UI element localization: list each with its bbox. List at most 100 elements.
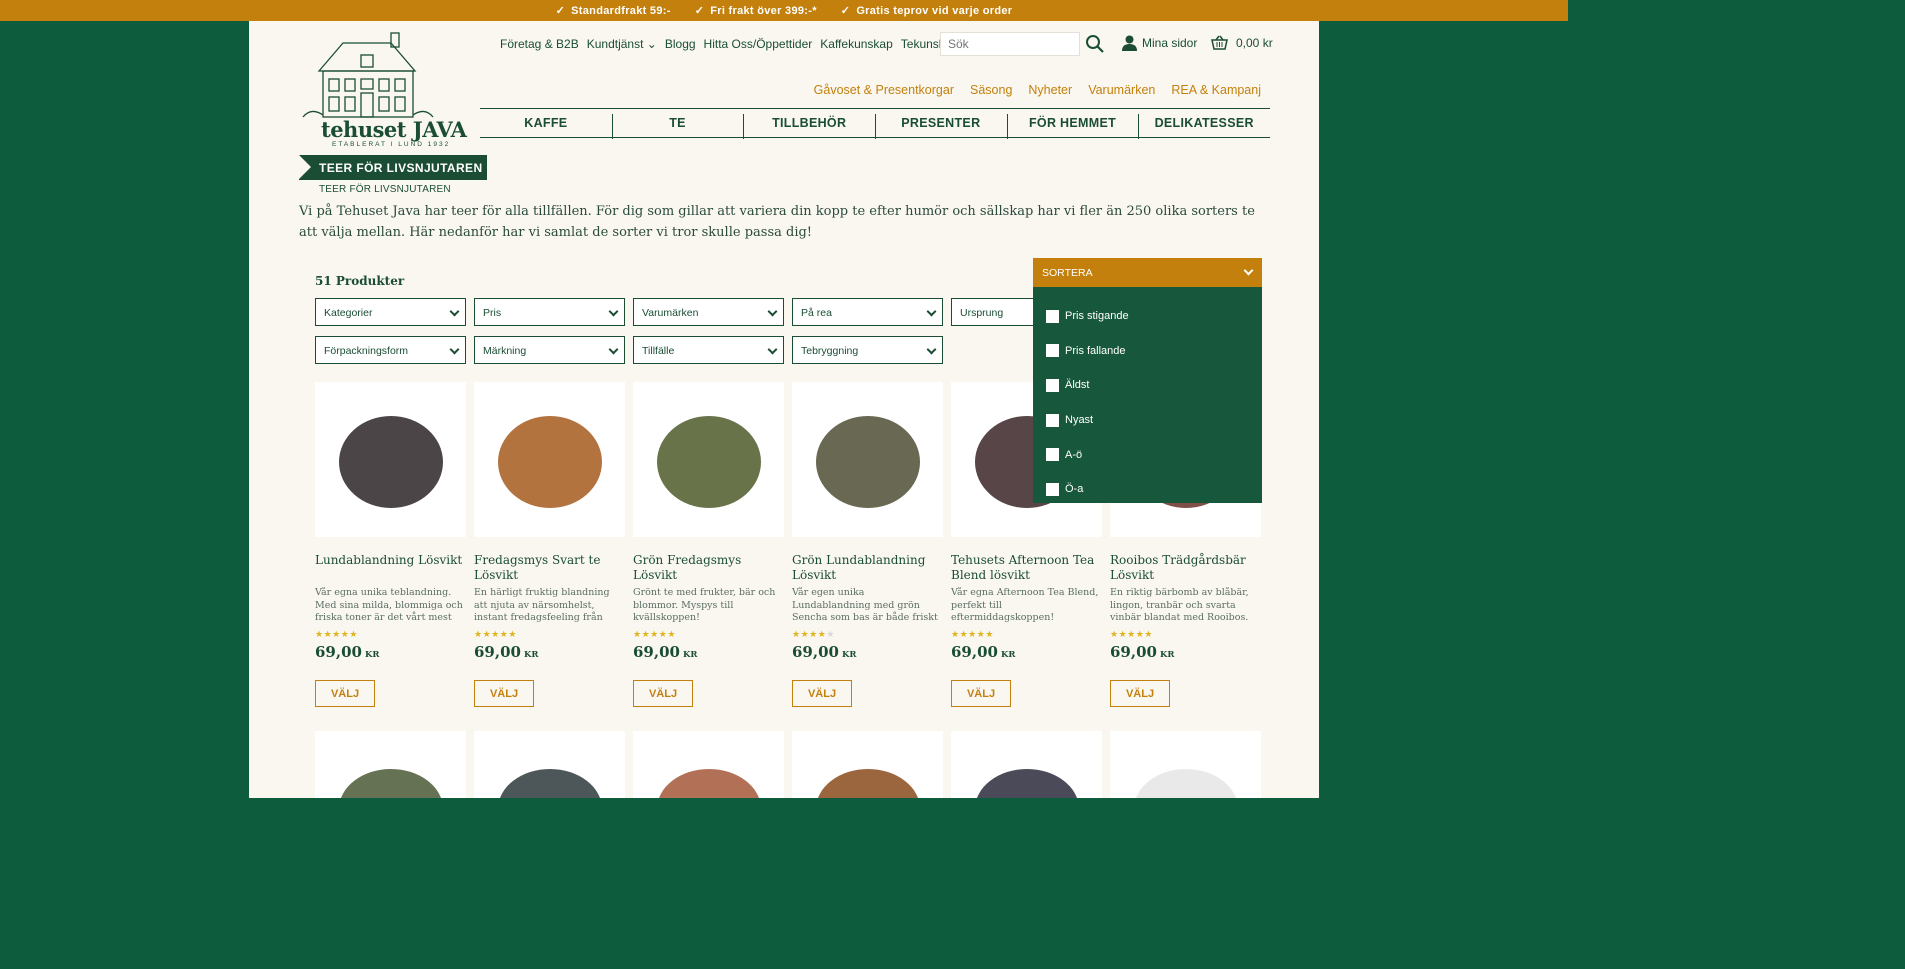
rating-stars: ★★★★★ <box>1110 629 1153 640</box>
product-image[interactable] <box>315 731 466 798</box>
product-card[interactable] <box>633 731 784 798</box>
choose-button[interactable]: VÄLJ <box>1110 680 1170 707</box>
category-presenter[interactable]: PRESENTER <box>875 109 1007 139</box>
tea-leaves-icon <box>815 415 920 508</box>
product-card[interactable] <box>951 731 1102 798</box>
product-price: 69,00 KR <box>474 643 539 661</box>
cart-link[interactable]: 0,00 kr <box>1211 35 1273 50</box>
nav-link-kundtjanst[interactable]: Kundtjänst ⌄ <box>587 37 657 51</box>
product-card[interactable]: Lundablandning Lösvikt Vår egna unika teb… <box>315 382 466 707</box>
filter-markning[interactable]: Märkning <box>474 336 625 364</box>
nav-link-sasong[interactable]: Säsong <box>970 83 1012 97</box>
sort-option[interactable]: Ö-a <box>1033 472 1262 507</box>
checkbox[interactable] <box>1046 413 1059 427</box>
choose-button[interactable]: VÄLJ <box>951 680 1011 707</box>
product-name[interactable]: Tehusets Afternoon Tea Blend lösvikt <box>951 553 1102 583</box>
category-tillbehor[interactable]: TILLBEHÖR <box>743 109 875 139</box>
product-image[interactable] <box>792 731 943 798</box>
product-name[interactable]: Grön Fredagsmys Lösvikt <box>633 553 784 583</box>
sort-dropdown[interactable]: SORTERA <box>1033 258 1262 287</box>
tea-leaves-icon <box>497 415 602 508</box>
choose-button[interactable]: VÄLJ <box>315 680 375 707</box>
nav-link-kaffekunskap[interactable]: Kaffekunskap <box>820 37 893 51</box>
nav-link-rea[interactable]: REA & Kampanj <box>1171 83 1261 97</box>
filter-pa-rea[interactable]: På rea <box>792 298 943 326</box>
sort-option[interactable]: Äldst <box>1033 368 1262 403</box>
sort-option[interactable]: A-ö <box>1033 437 1262 472</box>
sort-option[interactable]: Nyast <box>1033 403 1262 438</box>
nav-link-nyheter[interactable]: Nyheter <box>1028 83 1072 97</box>
checkbox[interactable] <box>1046 448 1059 462</box>
sort-option[interactable]: Pris stigande <box>1033 299 1262 334</box>
product-image[interactable] <box>951 731 1102 798</box>
search-input[interactable] <box>940 32 1080 56</box>
choose-button[interactable]: VÄLJ <box>633 680 693 707</box>
product-image[interactable] <box>792 382 943 537</box>
product-card[interactable] <box>792 731 943 798</box>
filter-tillfalle[interactable]: Tillfälle <box>633 336 784 364</box>
star-icon: ★ <box>959 629 969 639</box>
filter-tebryggning[interactable]: Tebryggning <box>792 336 943 364</box>
product-image[interactable] <box>633 731 784 798</box>
product-card[interactable] <box>1110 731 1261 798</box>
product-price: 69,00 KR <box>1110 643 1175 661</box>
nav-link-hitta-oss[interactable]: Hitta Oss/Öppettider <box>704 37 813 51</box>
product-image[interactable] <box>1110 731 1261 798</box>
sort-option[interactable]: Pris fallande <box>1033 334 1262 369</box>
star-icon: ★ <box>968 629 977 639</box>
star-icon: ★ <box>482 629 492 639</box>
sort-menu: Pris stigande Pris fallande Äldst Nyast … <box>1033 287 1262 503</box>
checkbox[interactable] <box>1046 378 1059 392</box>
category-kaffe[interactable]: KAFFE <box>480 109 612 137</box>
filter-forpackningsform[interactable]: Förpackningsform <box>315 336 466 364</box>
search-icon[interactable] <box>1085 34 1105 54</box>
product-description: Vår egna Afternoon Tea Blend, perfekt ti… <box>951 587 1099 623</box>
checkbox[interactable] <box>1046 482 1059 496</box>
product-name[interactable]: Fredagsmys Svart te Lösvikt <box>474 553 625 583</box>
product-description: Vår egen unika Lundablandning med grön S… <box>792 587 938 623</box>
star-icon: ★ <box>809 629 818 639</box>
page-container: tehuset JAVA ETABLERAT I LUND 1932 Föret… <box>249 21 1319 798</box>
checkbox[interactable] <box>1046 309 1059 323</box>
product-card[interactable]: Grön Fredagsmys Lösvikt Grönt te med fruk… <box>633 382 784 707</box>
product-image[interactable] <box>474 382 625 537</box>
filter-kategorier[interactable]: Kategorier <box>315 298 466 326</box>
product-name[interactable]: Grön Lundablandning Lösvikt <box>792 553 943 583</box>
basket-icon <box>1211 35 1228 50</box>
site-logo[interactable]: tehuset JAVA ETABLERAT I LUND 1932 <box>273 31 467 148</box>
tea-leaves-icon <box>658 769 759 798</box>
filter-pris[interactable]: Pris <box>474 298 625 326</box>
choose-button[interactable]: VÄLJ <box>474 680 534 707</box>
star-icon: ★ <box>792 629 801 639</box>
product-image[interactable] <box>474 731 625 798</box>
category-for-hemmet[interactable]: FÖR HEMMET <box>1006 109 1139 139</box>
product-card[interactable]: Fredagsmys Svart te Lösvikt En härligt fr… <box>474 382 625 707</box>
choose-button[interactable]: VÄLJ <box>792 680 852 707</box>
product-image[interactable] <box>315 382 466 537</box>
house-illustration-icon <box>302 32 434 118</box>
tea-leaves-icon <box>817 769 918 798</box>
account-link[interactable]: Mina sidor <box>1122 35 1197 51</box>
star-icon: ★ <box>332 629 341 639</box>
category-delikatesser[interactable]: DELIKATESSER <box>1138 109 1270 139</box>
nav-link-b2b[interactable]: Företag & B2B <box>500 37 579 51</box>
product-card[interactable]: Grön Lundablandning Lösvikt Vår egen unik… <box>792 382 943 707</box>
nav-link-varumarken[interactable]: Varumärken <box>1088 83 1155 97</box>
star-icon: ★ <box>474 629 483 639</box>
nav-link-blogg[interactable]: Blogg <box>665 37 696 51</box>
tea-leaves-icon <box>976 769 1077 798</box>
filter-varumarken[interactable]: Varumärken <box>633 298 784 326</box>
check-icon: ✓ <box>840 5 851 17</box>
breadcrumb[interactable]: TEER FÖR LIVSNJUTAREN <box>319 184 451 195</box>
product-name[interactable]: Rooibos Trädgårdsbär Lösvikt <box>1110 553 1261 583</box>
product-card[interactable] <box>315 731 466 798</box>
category-te[interactable]: TE <box>611 109 744 139</box>
product-card[interactable] <box>474 731 625 798</box>
announcement-item: ✓ Fri frakt över 399:-* <box>694 4 817 18</box>
product-image[interactable] <box>633 382 784 537</box>
category-intro: Vi på Tehuset Java har teer för alla til… <box>299 204 1255 240</box>
nav-link-gavoset[interactable]: Gåvoset & Presentkorgar <box>814 83 954 97</box>
product-name[interactable]: Lundablandning Lösvikt <box>315 553 466 568</box>
chevron-down-icon: ⌄ <box>646 37 657 51</box>
checkbox[interactable] <box>1046 344 1059 358</box>
